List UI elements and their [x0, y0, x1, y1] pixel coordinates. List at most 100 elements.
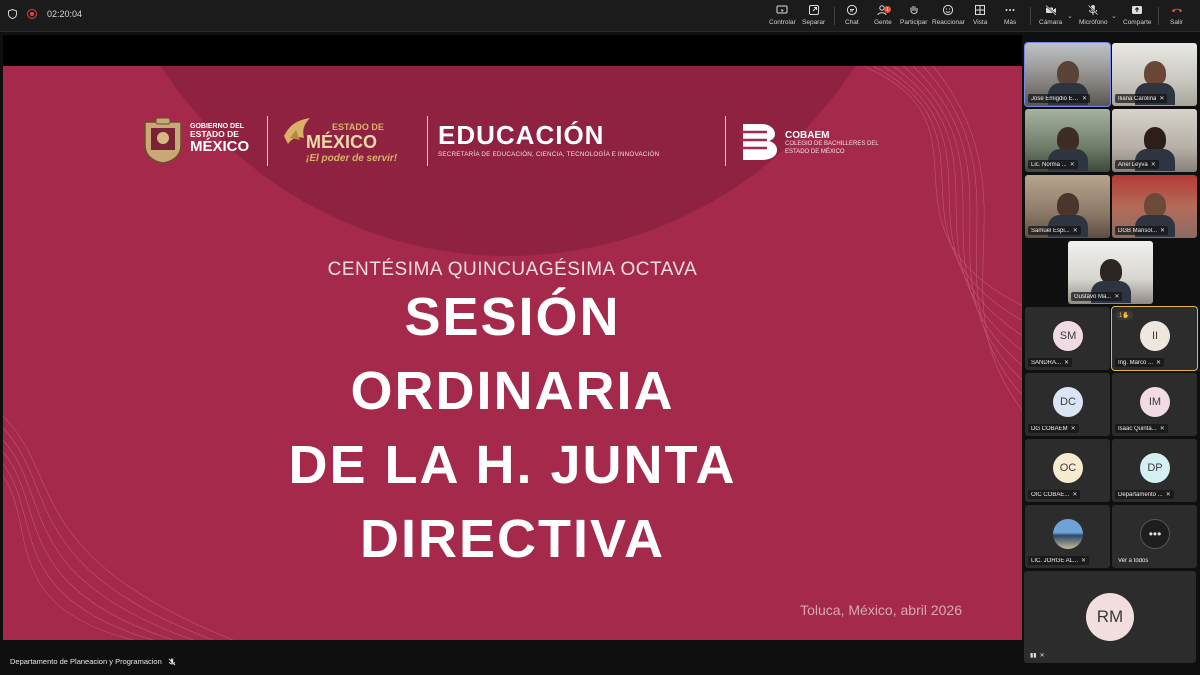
more-button[interactable]: Más [1004, 4, 1016, 26]
edomex-seal-logo [144, 117, 182, 164]
participant-video [1048, 127, 1088, 171]
participant-tile[interactable]: OC OIC COBAE... ✕ [1025, 439, 1110, 502]
participant-tile[interactable]: DP Departamento ... ✕ [1112, 439, 1197, 502]
participant-name-tag: OIC COBAE... ✕ [1028, 490, 1081, 499]
camera-off-icon [1045, 4, 1057, 16]
mic-off-icon: ✕ [1072, 492, 1078, 498]
raise-hand-button[interactable]: Participar [900, 4, 927, 26]
view-icon [975, 5, 986, 15]
participant-name-tag: DGB Marisol... ✕ [1115, 226, 1169, 235]
slide-title-line-3: DE LA H. JUNTA [288, 435, 737, 495]
meeting-status: 02:20:04 [8, 9, 82, 19]
slide-title-line-1: SESIÓN [404, 287, 621, 347]
participant-tile[interactable]: LIC. JORGE AL... ✕ [1025, 505, 1110, 568]
avatar: RM [1086, 593, 1134, 641]
avatar: DC [1053, 387, 1083, 417]
mic-off-icon: ✕ [1082, 96, 1088, 102]
participant-tile[interactable]: Lic. Norma ... ✕ [1025, 109, 1110, 172]
microphone-button[interactable]: Micrófono [1079, 4, 1108, 26]
participant-tile[interactable]: IM Isaac Quinta... ✕ [1112, 373, 1197, 436]
slide-subtitle: CENTÉSIMA QUINCUAGÉSIMA OCTAVA [327, 259, 698, 280]
share-icon [1132, 6, 1143, 14]
participant-video [1048, 193, 1088, 237]
participant-tile[interactable]: 1✋ II Ing. Marco ... ✕ [1111, 306, 1198, 371]
cobaem-logo [739, 124, 777, 160]
react-icon [943, 4, 954, 16]
slide-logo-strip: GOBIERNO DEL ESTADO DE MÉXICO ESTADO DE … [140, 114, 900, 169]
avatar: IM [1140, 387, 1170, 417]
avatar: DP [1140, 453, 1170, 483]
participant-name-tag: Iliana Carolina ✕ [1115, 94, 1168, 103]
participant-tile[interactable]: Iliana Carolina ✕ [1112, 43, 1197, 106]
view-button[interactable]: Vista [973, 4, 987, 26]
mic-off-icon: ✕ [1070, 426, 1076, 432]
participant-name-tag: Departamento ... ✕ [1115, 490, 1174, 499]
toolbar-divider [834, 7, 835, 25]
see-all-participants-button[interactable]: ••• Ver a todos [1112, 505, 1197, 568]
camera-options-chevron-icon[interactable]: ⌄ [1067, 12, 1073, 20]
share-button[interactable]: Comparte [1123, 4, 1152, 26]
participant-name-tag: Ing. Marco ... ✕ [1115, 358, 1165, 367]
participant-tile[interactable]: DGB Marisol... ✕ [1112, 175, 1197, 238]
toolbar-divider [1158, 7, 1159, 25]
avatar: SM [1053, 321, 1083, 351]
remote-control-button[interactable]: Controlar [769, 4, 796, 26]
participant-video [1048, 61, 1088, 105]
participant-name-tag: Lic. Norma ... ✕ [1028, 160, 1078, 169]
react-button[interactable]: Reaccionar [932, 4, 965, 26]
mic-off-icon: ✕ [1064, 360, 1070, 366]
raised-hand-badge: 1✋ [1116, 311, 1133, 320]
logo-divider [427, 116, 428, 166]
participant-tile[interactable]: José Emigdio Es... ✕ [1024, 42, 1111, 107]
participant-name-tag: LIC. JORGE AL... ✕ [1028, 556, 1090, 565]
participant-video [1135, 193, 1175, 237]
chat-icon [846, 4, 857, 16]
educacion-wordmark: EDUCACIÓN SECRETARÍA DE EDUCACIÓN, CIENC… [438, 120, 660, 158]
avatar-photo [1053, 519, 1083, 549]
camera-button[interactable]: Cámara [1039, 4, 1062, 26]
meeting-timer: 02:20:04 [47, 9, 83, 19]
meeting-toolbar: 02:20:04 Controlar Separar Chat 1 Gente … [0, 0, 1200, 32]
slide-title-line-2: ORDINARIA [350, 361, 675, 421]
people-button[interactable]: 1 Gente [874, 4, 892, 26]
mic-off-icon: ✕ [1160, 228, 1166, 234]
remote-control-icon [776, 5, 788, 14]
participant-name-tag: Anel Leyva ✕ [1115, 160, 1159, 169]
chat-button[interactable]: Chat [845, 4, 859, 26]
participant-tile[interactable]: Samuel Espi... ✕ [1025, 175, 1110, 238]
more-icon [1005, 9, 1015, 11]
logo-divider [267, 116, 268, 166]
mic-off-icon: ✕ [1039, 653, 1045, 659]
participant-tile[interactable]: SM SANDRA... ✕ [1025, 307, 1110, 370]
participant-tile[interactable]: DC DG COBAEM ✕ [1025, 373, 1110, 436]
self-view-tile[interactable]: RM ▮▮ ✕ [1024, 571, 1196, 663]
gobierno-edomex-wordmark: GOBIERNO DEL ESTADO DE MÉXICO [190, 123, 250, 156]
mic-off-icon: ✕ [1165, 492, 1171, 498]
mic-off-icon: ✕ [1150, 162, 1156, 168]
mic-off-icon: ✕ [1072, 228, 1078, 234]
toolbar-divider [1030, 7, 1031, 25]
participant-name-tag: SANDRA... ✕ [1028, 358, 1073, 367]
participant-tile[interactable]: Gustavo Ma... ✕ [1068, 241, 1153, 304]
microphone-options-chevron-icon[interactable]: ⌄ [1111, 12, 1117, 20]
participant-name-tag: Samuel Espi... ✕ [1028, 226, 1081, 235]
popout-button[interactable]: Separar [802, 4, 825, 26]
mic-off-icon [168, 658, 176, 665]
mic-off-icon: ✕ [1069, 162, 1075, 168]
slide-title-line-4: DIRECTIVA [359, 509, 665, 569]
presentation-slide: GOBIERNO DEL ESTADO DE MÉXICO ESTADO DE … [3, 66, 1022, 640]
more-icon: ••• [1140, 519, 1170, 549]
participant-tile[interactable]: Anel Leyva ✕ [1112, 109, 1197, 172]
participant-name-tag: Gustavo Ma... ✕ [1071, 292, 1123, 301]
participant-video [1135, 61, 1175, 105]
see-all-label: Ver a todos [1118, 558, 1149, 564]
leave-button[interactable]: Salir [1170, 4, 1183, 26]
mic-off-icon: ✕ [1114, 294, 1120, 300]
participant-video [1135, 127, 1175, 171]
cobaem-wordmark: COBAEM COLEGIO DE BACHILLERES DEL ESTADO… [785, 130, 879, 155]
participant-name-tag: Isaac Quinta... ✕ [1115, 424, 1168, 433]
participant-name-tag: José Emigdio Es... ✕ [1028, 94, 1091, 103]
mic-off-icon [1088, 4, 1099, 16]
participant-video [1091, 259, 1131, 303]
recording-icon[interactable] [27, 9, 37, 19]
